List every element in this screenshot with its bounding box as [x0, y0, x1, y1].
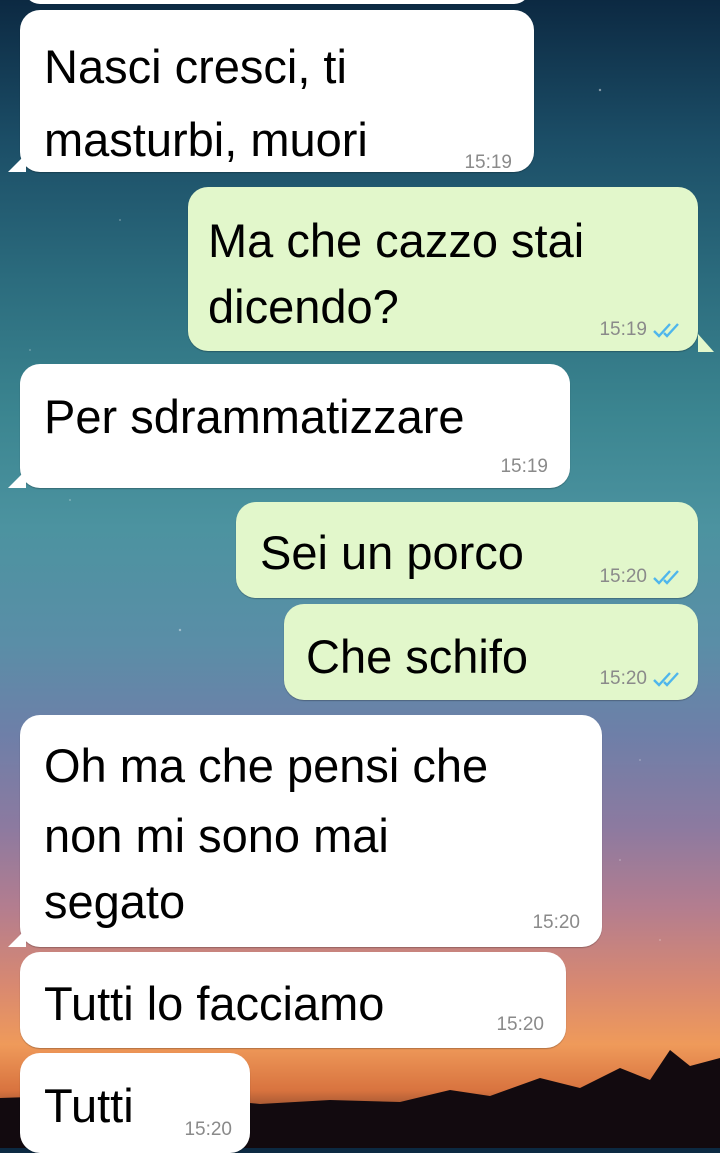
- message-text: non mi sono mai: [44, 809, 389, 862]
- message-incoming[interactable]: Tutti 15:20: [20, 1053, 250, 1153]
- message-timestamp: 15:20: [599, 566, 684, 588]
- message-text: dicendo?: [208, 280, 399, 333]
- message-timestamp: 15:19: [500, 456, 548, 477]
- message-text: Nasci cresci, ti: [44, 40, 347, 93]
- double-check-icon: [653, 570, 679, 585]
- message-incoming[interactable]: Oh ma che pensi che non mi sono mai sega…: [20, 715, 602, 947]
- message-outgoing[interactable]: Ma che cazzo stai dicendo? 15:19: [188, 187, 698, 351]
- message-timestamp: 15:19: [464, 152, 512, 173]
- message-outgoing[interactable]: Sei un porco 15:20: [236, 502, 698, 598]
- message-text: segato: [44, 875, 186, 928]
- message-timestamp: 15:20: [496, 1014, 544, 1035]
- message-text: Oh ma che pensi che: [44, 739, 489, 792]
- message-text: Ma che cazzo stai: [208, 214, 585, 267]
- message-incoming[interactable]: Tutti lo facciamo 15:20: [20, 952, 566, 1048]
- message-text: Sei un porco: [260, 526, 524, 579]
- previous-message-edge: [24, 0, 530, 4]
- message-timestamp: 15:20: [184, 1119, 232, 1140]
- message-outgoing[interactable]: Che schifo 15:20: [284, 604, 698, 700]
- message-text: Tutti: [44, 1079, 134, 1132]
- bubble-tail: [8, 929, 26, 947]
- message-text: Che schifo: [306, 630, 529, 683]
- double-check-icon: [653, 323, 679, 338]
- message-timestamp: 15:20: [599, 668, 684, 690]
- bubble-tail: [8, 154, 26, 172]
- message-timestamp: 15:19: [599, 319, 684, 341]
- message-incoming[interactable]: Per sdrammatizzare 15:19: [20, 364, 570, 488]
- bubble-tail: [8, 470, 26, 488]
- message-timestamp: 15:20: [532, 912, 580, 933]
- double-check-icon: [653, 672, 679, 687]
- bubble-tail: [698, 334, 714, 352]
- message-incoming[interactable]: Nasci cresci, ti masturbi, muori 15:19: [20, 10, 534, 173]
- message-text: Per sdrammatizzare: [44, 390, 465, 443]
- message-text: Tutti lo facciamo: [44, 977, 385, 1030]
- message-text: masturbi, muori: [44, 113, 368, 166]
